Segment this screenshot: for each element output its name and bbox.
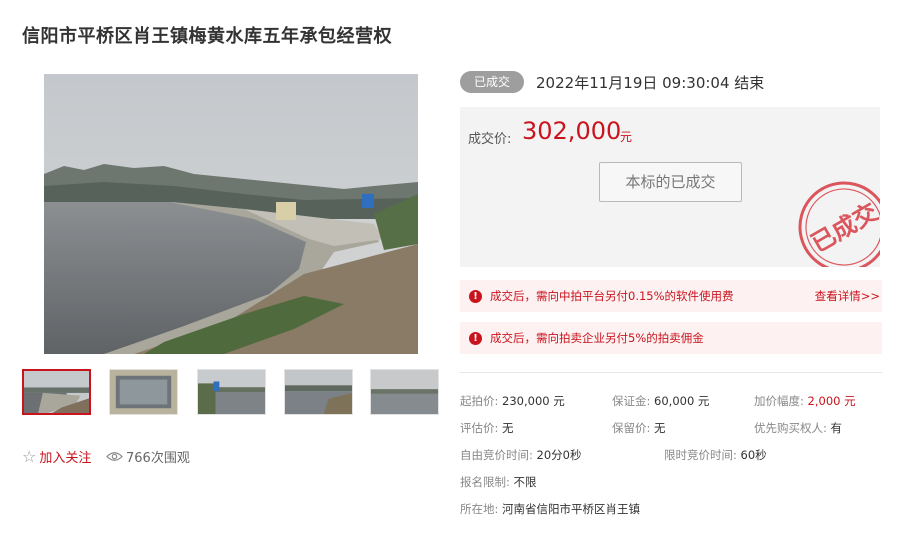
info-start-price: 起拍价: 230,000 元 — [460, 394, 565, 408]
info-priority-buyer: 优先购买权人: 有 — [754, 421, 843, 435]
status-badge: 已成交 — [460, 71, 525, 93]
thumbnail-2[interactable] — [109, 369, 178, 415]
thumbnail-4[interactable] — [284, 369, 353, 415]
sold-stamp: 已成交 — [798, 181, 880, 267]
info-location: 所在地: 河南省信阳市平桥区肖王镇 — [460, 502, 641, 516]
info-increment: 加价幅度: 2,000 元 — [754, 394, 856, 408]
auction-status-row: 已成交 2022年11月19日 09:30:04 结束 — [460, 71, 764, 93]
view-count-label: 766次围观 — [126, 451, 190, 466]
notice-software-fee: ! 成交后，需向中拍平台另付0.15%的软件使用费 查看详情>> — [460, 280, 882, 312]
page-title: 信阳市平桥区肖王镇梅黄水库五年承包经营权 — [22, 26, 392, 47]
follow-label: 加入关注 — [39, 451, 92, 466]
info-free-bid-time: 自由竞价时间: 20分0秒 — [460, 448, 582, 462]
thumbnail-3[interactable] — [197, 369, 266, 415]
svg-text:已成交: 已成交 — [806, 198, 880, 258]
info-deposit: 保证金: 60,000 元 — [612, 394, 710, 408]
divider — [460, 372, 882, 373]
thumbnail-strip — [22, 369, 442, 415]
follow-button[interactable]: ☆ 加入关注 — [22, 447, 91, 466]
info-appraisal: 评估价: 无 — [460, 421, 514, 435]
info-signup-limit: 报名限制: 不限 — [460, 475, 537, 489]
view-details-link[interactable]: 查看详情>> — [815, 280, 880, 312]
star-icon: ☆ — [22, 446, 37, 466]
price-value: 302,000 — [522, 117, 622, 145]
thumbnail-1[interactable] — [22, 369, 91, 415]
notice-commission: ! 成交后，需向拍卖企业另付5%的拍卖佣金 — [460, 322, 882, 354]
main-photo-reservoir[interactable] — [44, 74, 418, 354]
notice-text: 成交后，需向拍卖企业另付5%的拍卖佣金 — [490, 331, 704, 345]
price-label: 成交价: — [468, 132, 512, 147]
info-limited-bid-time: 限时竞价时间: 60秒 — [664, 448, 767, 462]
view-count: 766次围观 — [106, 447, 190, 466]
price-panel: 成交价: 302,000 元 本标的已成交 已成交 — [460, 107, 880, 267]
end-time: 2022年11月19日 09:30:04 结束 — [536, 73, 765, 92]
notice-text: 成交后，需向中拍平台另付0.15%的软件使用费 — [490, 289, 734, 303]
warning-icon: ! — [469, 289, 482, 303]
sold-button[interactable]: 本标的已成交 — [599, 162, 742, 202]
info-reserve: 保留价: 无 — [612, 421, 666, 435]
warning-icon: ! — [469, 331, 482, 345]
thumbnail-5[interactable] — [370, 369, 439, 415]
eye-icon — [106, 452, 123, 461]
price-unit: 元 — [620, 130, 633, 144]
